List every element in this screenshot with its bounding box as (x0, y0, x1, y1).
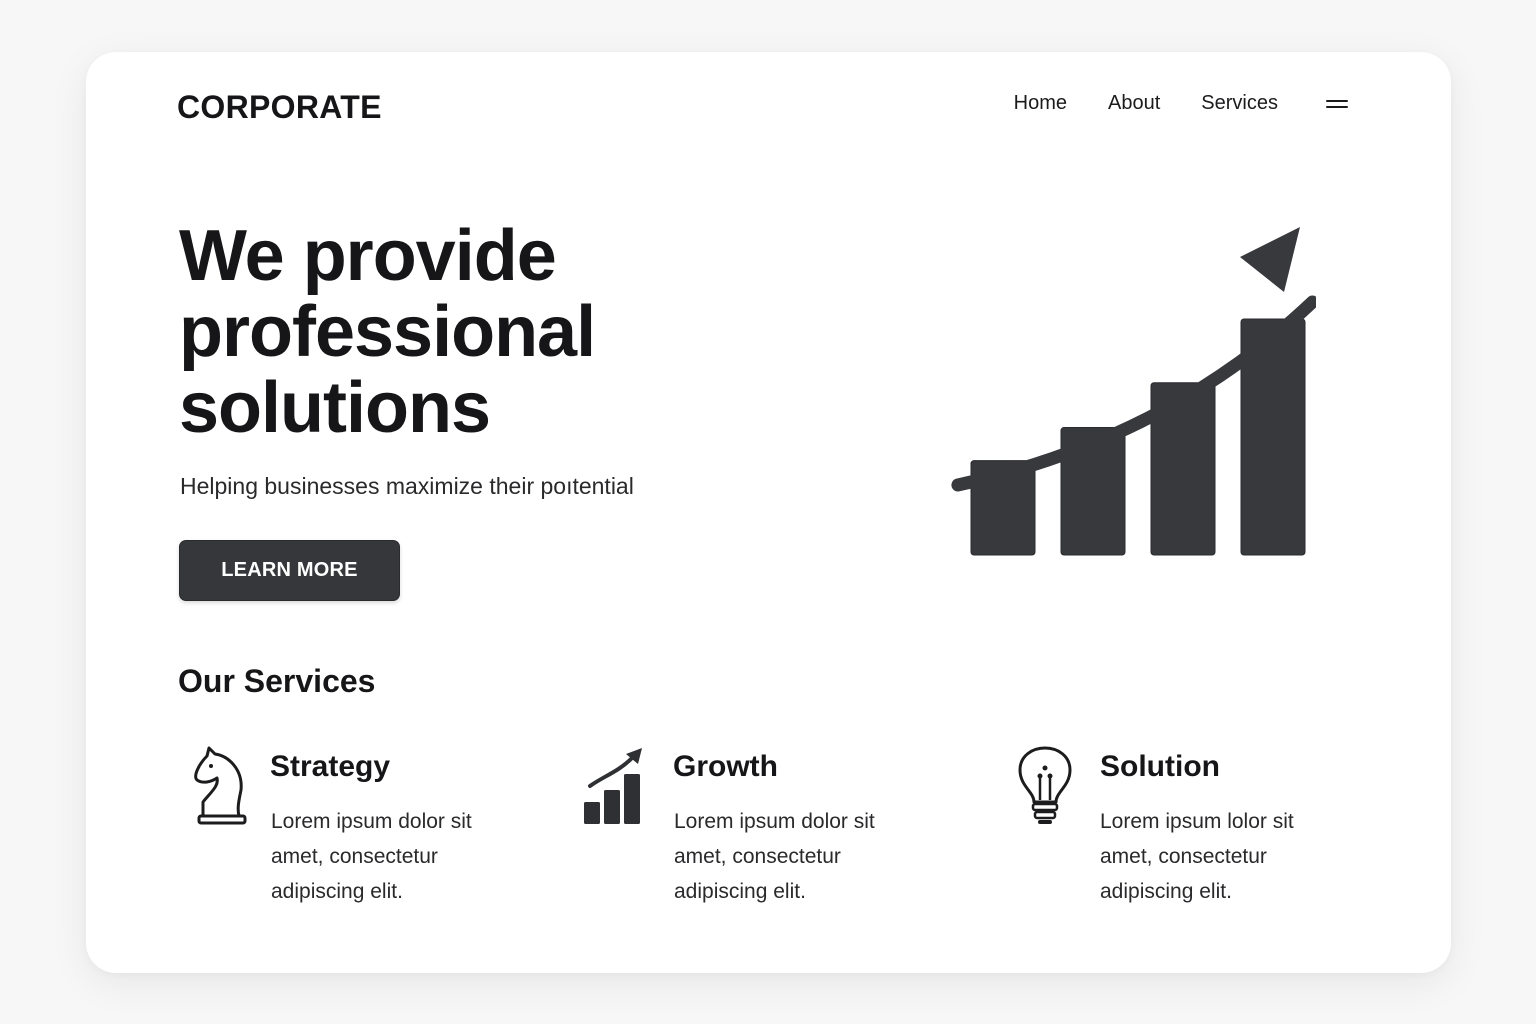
service-name-growth: Growth (673, 750, 778, 783)
service-desc-solution: Lorem ipsum lolor sit amet, consectetur … (1100, 810, 1294, 903)
growth-chart-icon (584, 748, 642, 824)
hero-title-line-2: professional (179, 292, 596, 372)
hero-subtitle: Helping businesses maximize their poıten… (180, 473, 634, 499)
hero-title-line-1: We provide (179, 216, 557, 296)
nav-link-home[interactable]: Home (1014, 92, 1067, 115)
hero-title: We provide professional solutions (179, 218, 739, 446)
hamburger-menu-icon[interactable] (1326, 97, 1348, 111)
hero-title-line-3: solutions (179, 368, 491, 448)
nav-link-about[interactable]: About (1108, 92, 1160, 115)
chess-knight-icon (194, 746, 247, 825)
learn-more-button[interactable]: LEARN MORE (179, 540, 400, 601)
top-nav: Home About Services (1014, 92, 1348, 115)
service-name-solution: Solution (1100, 750, 1220, 783)
service-desc-strategy: Lorem ipsum dolor sit amet, consectetur … (271, 810, 472, 903)
nav-link-services[interactable]: Services (1201, 92, 1278, 115)
service-desc-growth: Lorem ipsum dolor sit amet, consectetur … (674, 810, 875, 903)
growth-arrow-head (1240, 227, 1300, 292)
services-heading: Our Services (178, 663, 376, 699)
brand-logo[interactable]: CORPORATE (177, 89, 382, 126)
growth-bar-chart-icon (951, 227, 1316, 556)
landing-card: CORPORATE Home About Services We provide… (86, 52, 1451, 973)
lightbulb-icon (1018, 746, 1072, 824)
service-name-strategy: Strategy (270, 750, 391, 783)
